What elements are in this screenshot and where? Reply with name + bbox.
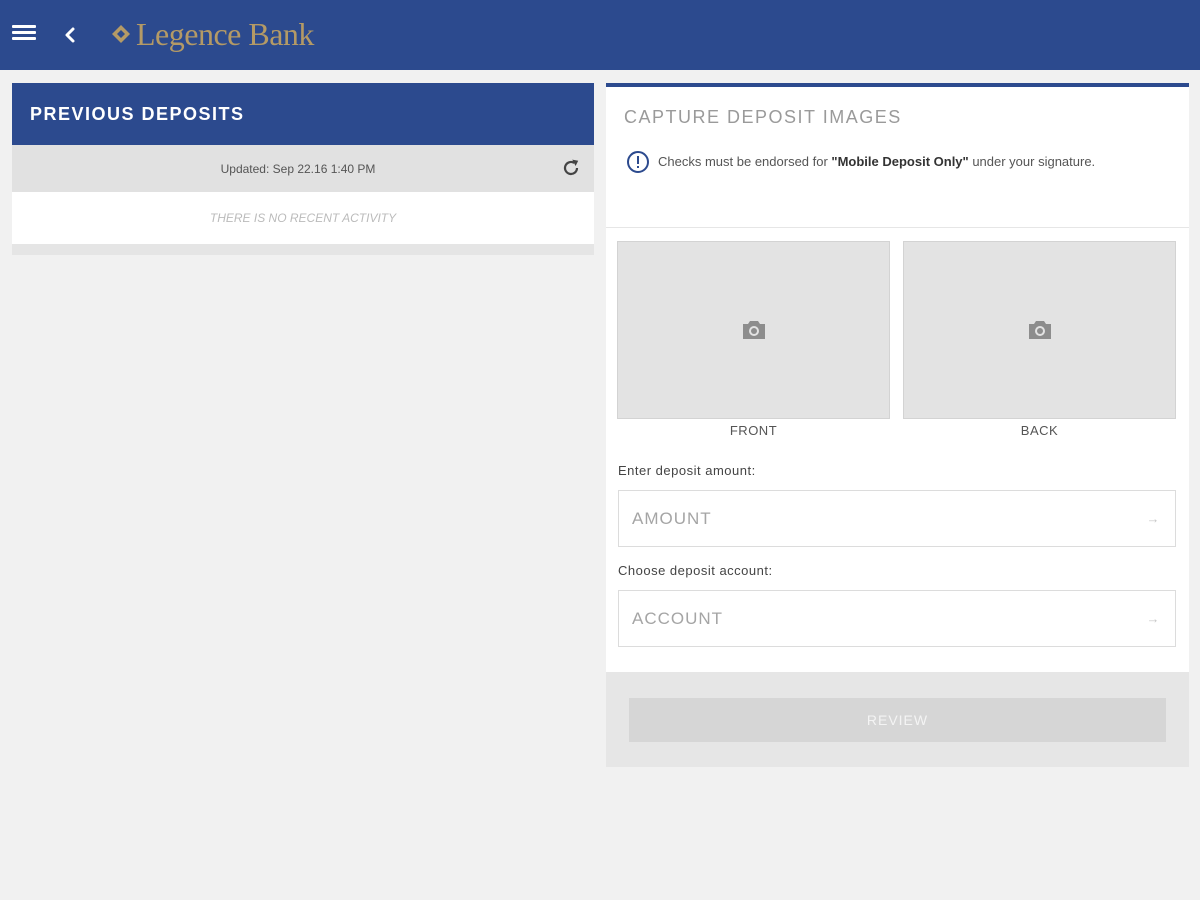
capture-title: CAPTURE DEPOSIT IMAGES — [624, 107, 902, 127]
notice-text: Checks must be endorsed for "Mobile Depo… — [658, 151, 1095, 173]
review-button[interactable]: REVIEW — [629, 698, 1166, 742]
account-label: Choose deposit account: — [618, 563, 773, 578]
capture-deposit-panel: CAPTURE DEPOSIT IMAGES Checks must be en… — [606, 83, 1189, 767]
camera-icon — [1028, 321, 1051, 339]
empty-activity-text: THERE IS NO RECENT ACTIVITY — [209, 211, 397, 225]
amount-label: Enter deposit amount: — [618, 463, 756, 478]
updated-row: Updated: Sep 22.16 1:40 PM — [12, 145, 594, 192]
back-arrow-icon[interactable] — [58, 20, 84, 50]
top-app-bar: Legence Bank — [0, 0, 1200, 70]
previous-deposits-header: PREVIOUS DEPOSITS — [12, 83, 594, 145]
arrow-right-icon: → — [1146, 611, 1160, 626]
divider — [606, 227, 1189, 228]
previous-deposits-title: PREVIOUS DEPOSITS — [30, 103, 245, 124]
back-image-capture[interactable] — [903, 241, 1176, 419]
endorsement-notice: Checks must be endorsed for "Mobile Depo… — [626, 151, 1146, 174]
hamburger-menu-icon[interactable] — [10, 22, 38, 46]
amount-placeholder: AMOUNT — [632, 508, 712, 528]
camera-icon — [742, 321, 765, 339]
brand-name: Legence Bank — [136, 15, 314, 52]
front-image-capture[interactable] — [617, 241, 890, 419]
previous-deposits-panel: PREVIOUS DEPOSITS Updated: Sep 22.16 1:4… — [12, 83, 594, 255]
refresh-icon[interactable] — [560, 157, 582, 179]
bank-logo[interactable]: Legence Bank — [110, 14, 314, 54]
amount-field[interactable]: AMOUNT → — [618, 490, 1176, 547]
front-label: FRONT — [729, 423, 778, 438]
updated-timestamp: Updated: Sep 22.16 1:40 PM — [220, 161, 376, 176]
arrow-right-icon: → — [1146, 511, 1160, 526]
notice-suffix: under your signature. — [968, 154, 1096, 169]
empty-activity-row: THERE IS NO RECENT ACTIVITY — [12, 192, 594, 244]
notice-bold: "Mobile Deposit Only" — [831, 154, 969, 169]
account-placeholder: ACCOUNT — [632, 608, 724, 628]
back-label: BACK — [1020, 423, 1059, 438]
account-select[interactable]: ACCOUNT → — [618, 590, 1176, 647]
diamond-logo-icon — [112, 25, 130, 43]
review-footer: REVIEW — [606, 672, 1189, 767]
info-icon — [627, 151, 649, 173]
notice-prefix: Checks must be endorsed for — [658, 154, 832, 169]
